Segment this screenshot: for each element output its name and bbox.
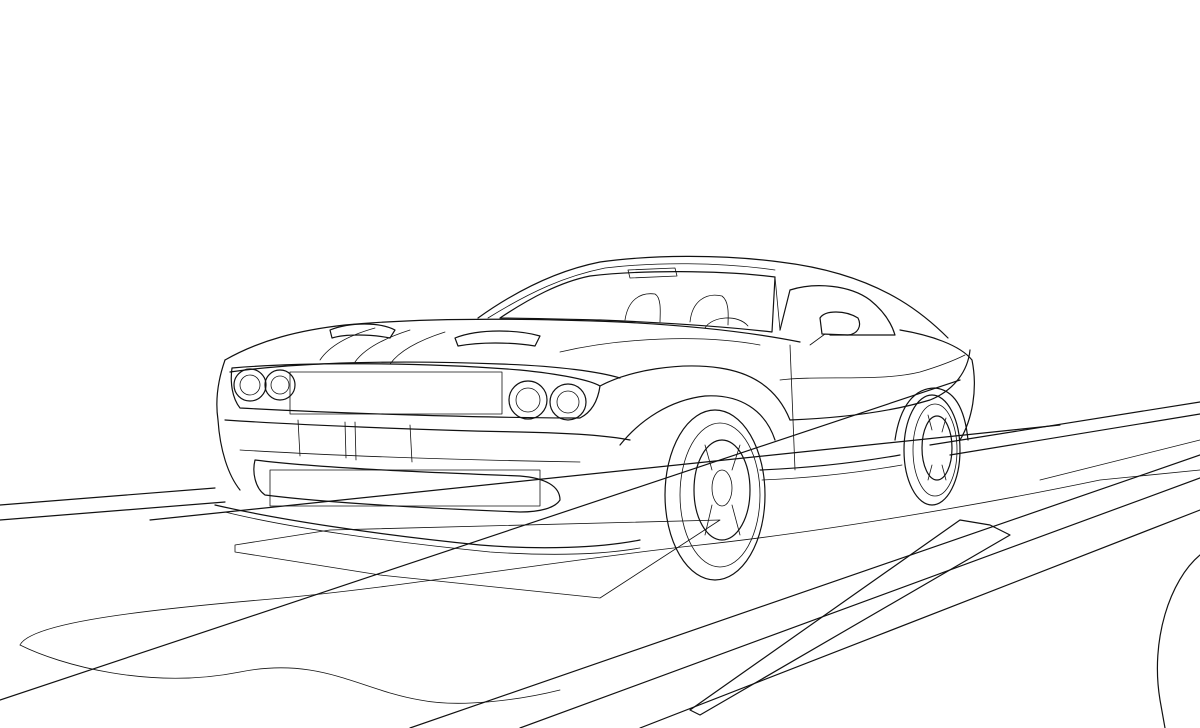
side-body-line (789, 349, 971, 421)
headlight-right-inner (515, 387, 541, 413)
rear-rim (921, 415, 953, 481)
bumper-stripe-2 (344, 421, 347, 459)
coloring-page-canvas (0, 0, 1200, 728)
bumper-top (224, 419, 631, 441)
hood-scoop-right (454, 330, 541, 347)
headlight-left-inner (239, 374, 261, 396)
mirror-stalk (809, 333, 826, 346)
splitter-lower (224, 511, 641, 555)
road-edge-far-2 (949, 413, 1200, 456)
hood-stripe-3 (389, 331, 446, 365)
car-line-drawing (0, 255, 1200, 728)
bumper-stripe-1 (297, 419, 301, 457)
front-spoke-2 (731, 444, 741, 471)
b-pillar (774, 276, 781, 331)
roof-outline (477, 255, 949, 339)
road-curb-right (1156, 554, 1200, 728)
rear-wheel (903, 394, 961, 506)
rear-tire-inner (912, 403, 958, 497)
bumper-stripe-3 (354, 421, 357, 461)
lane-line-1 (409, 454, 1200, 728)
hood-crease (559, 338, 761, 353)
rocker-panel (759, 454, 901, 471)
door-line (789, 344, 796, 471)
front-hub (711, 469, 733, 507)
side-mirror (819, 311, 861, 336)
road-edge-left (0, 487, 216, 506)
side-window (779, 285, 896, 336)
front-wheel (664, 409, 766, 581)
rear-quarter (899, 329, 975, 441)
front-fascia-outline (216, 359, 241, 491)
lane-line-2 (519, 477, 1200, 728)
seat-left (624, 293, 661, 323)
rocker-panel-2 (761, 464, 903, 481)
road-edge-far (929, 401, 1200, 446)
road-edge-left-2 (0, 501, 226, 521)
seat-right (689, 294, 729, 326)
road (0, 379, 1200, 728)
headlight-right-outer (508, 380, 548, 420)
front-fender (599, 365, 791, 421)
bumper-mid-line (239, 449, 581, 463)
ground-shape-wave (19, 644, 561, 704)
road-marking-right (689, 519, 1011, 716)
hood-stripe-1 (319, 327, 376, 361)
splitter (214, 504, 641, 549)
headlight-left (233, 368, 296, 402)
bumper-stripe-4 (409, 424, 413, 463)
car-shadow-shape (234, 519, 721, 599)
front-rim (693, 439, 751, 541)
car (214, 255, 975, 581)
front-spoke-4 (731, 504, 741, 536)
headlight-right2-outer (549, 383, 587, 421)
road-sweep-line (0, 379, 961, 701)
headlight-left-outer (233, 368, 267, 402)
headlight-left2-inner (270, 375, 290, 395)
headlight-right (508, 380, 587, 421)
reflection-line (779, 354, 966, 381)
front-spoke-1 (704, 444, 713, 471)
road-curb-inner (1039, 439, 1200, 481)
grille-mesh (289, 371, 503, 415)
roof-inner-line (487, 263, 776, 319)
front-tire-inner (679, 422, 761, 568)
headlight-right2-inner (556, 390, 580, 414)
headlight-left2-outer (264, 369, 296, 401)
